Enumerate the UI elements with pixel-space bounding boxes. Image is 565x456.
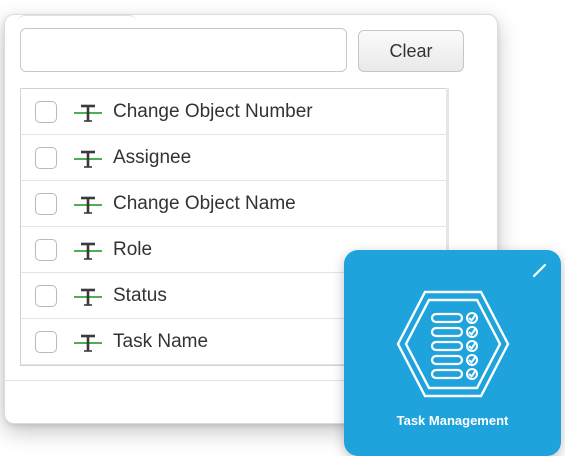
list-item[interactable]: Change Object Name (21, 181, 446, 227)
checkbox[interactable] (35, 147, 57, 169)
task-list-icon (396, 290, 510, 398)
text-field-icon (74, 104, 102, 122)
field-label: Status (113, 285, 167, 306)
text-field-icon (74, 334, 102, 352)
text-field-icon (74, 150, 102, 168)
checkbox[interactable] (35, 285, 57, 307)
checkbox[interactable] (35, 239, 57, 261)
list-item[interactable]: Assignee (21, 135, 446, 181)
checkbox[interactable] (35, 193, 57, 215)
clear-button[interactable]: Clear (358, 30, 464, 72)
text-field-icon (74, 242, 102, 260)
text-field-icon (74, 288, 102, 306)
field-label: Assignee (113, 147, 192, 168)
checkbox[interactable] (35, 331, 57, 353)
search-input[interactable] (20, 28, 347, 72)
text-field-icon (74, 196, 102, 214)
task-management-tile[interactable]: Task Management (344, 250, 561, 456)
field-label: Change Object Name (113, 193, 296, 214)
pencil-icon[interactable] (532, 262, 548, 278)
field-label: Task Name (113, 331, 209, 352)
list-item[interactable]: Change Object Number (21, 89, 446, 135)
tile-label: Task Management (396, 413, 509, 428)
checkbox[interactable] (35, 101, 57, 123)
field-label: Change Object Number (113, 101, 313, 122)
field-label: Role (113, 239, 153, 260)
